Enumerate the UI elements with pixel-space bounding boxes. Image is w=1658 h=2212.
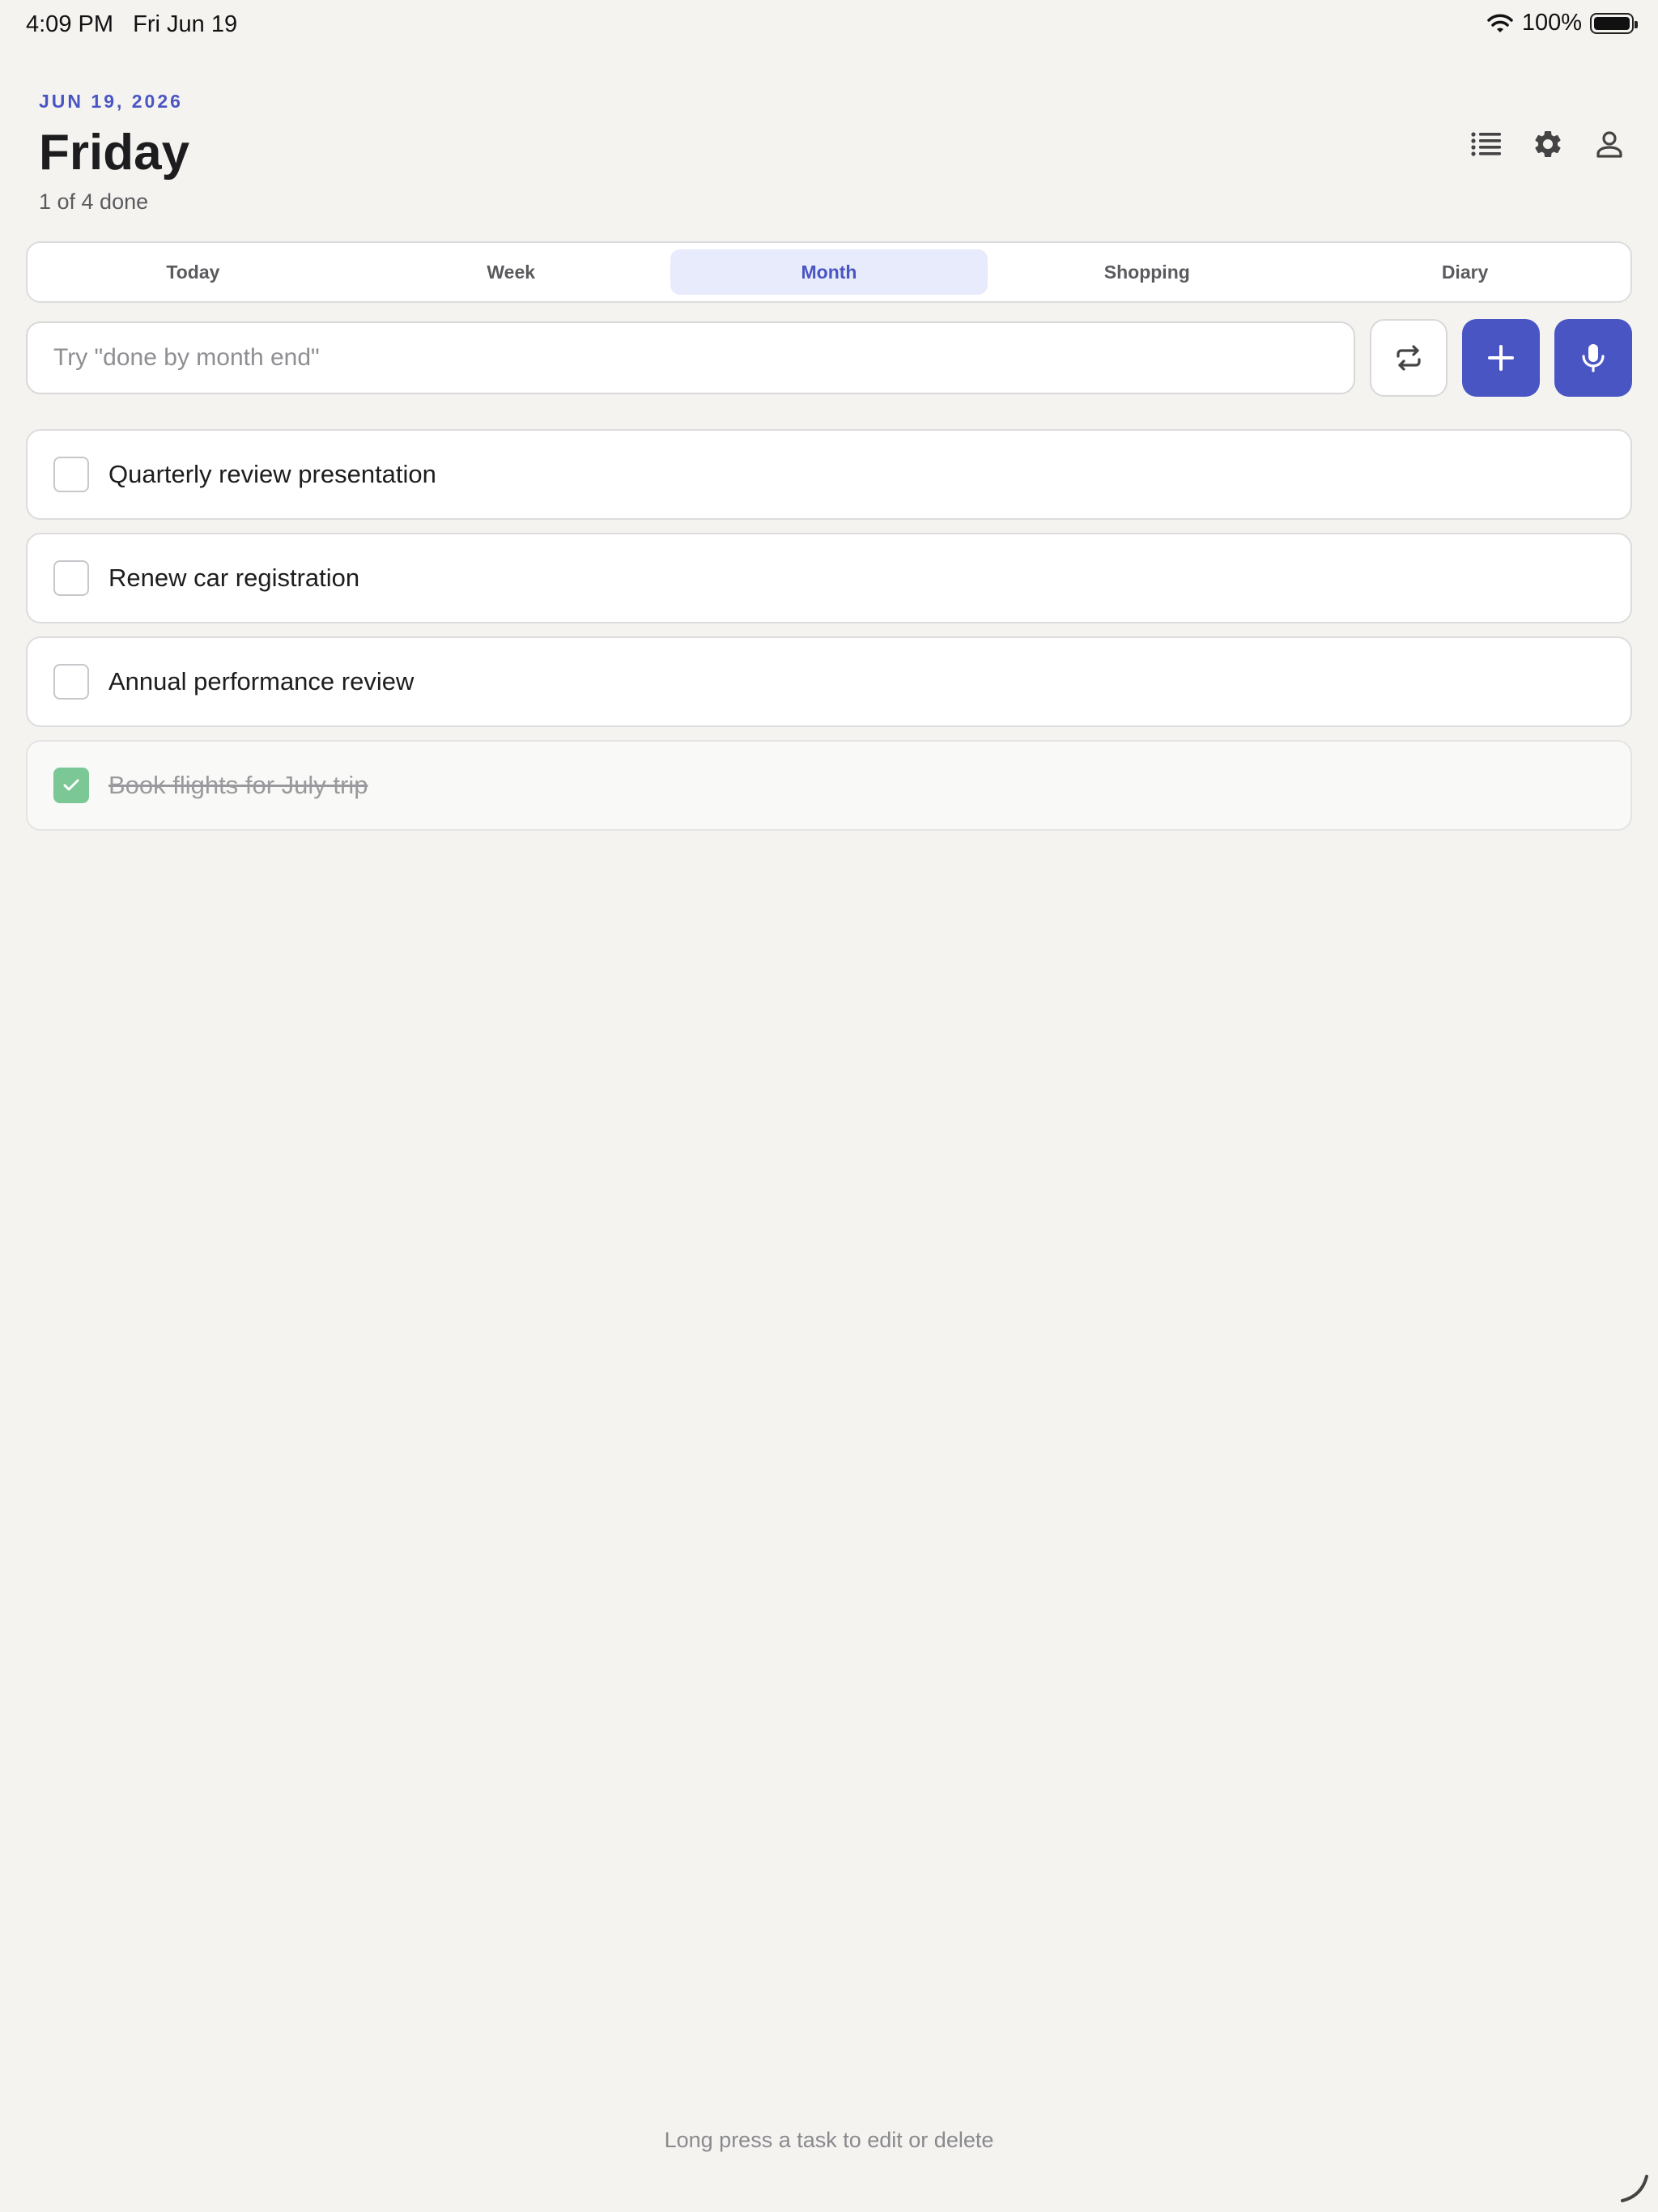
status-clock: 4:09 PM (26, 11, 113, 37)
task-item[interactable]: Annual performance review (26, 636, 1632, 727)
battery-percent: 100% (1521, 10, 1582, 36)
battery-icon (1590, 12, 1638, 34)
profile-button[interactable] (1593, 128, 1626, 160)
task-item[interactable]: Renew car registration (26, 533, 1632, 623)
settings-button[interactable] (1532, 128, 1564, 160)
status-time: 4:09 PM Fri Jun 19 (26, 11, 237, 38)
tab-today[interactable]: Today (34, 249, 352, 295)
progress-summary: 1 of 4 done (39, 189, 149, 214)
task-checkbox[interactable] (53, 560, 89, 596)
repeat-button[interactable] (1370, 319, 1448, 397)
list-button[interactable] (1470, 128, 1503, 160)
page-title: Friday (39, 125, 190, 181)
plus-icon (1488, 345, 1514, 371)
task-label: Book flights for July trip (108, 771, 368, 799)
wifi-icon (1487, 14, 1513, 32)
task-checkbox[interactable] (53, 664, 89, 700)
task-label: Quarterly review presentation (108, 460, 436, 488)
status-indicators: 100% (1486, 10, 1638, 36)
repeat-icon (1397, 345, 1421, 371)
footer-hint: Long press a task to edit or delete (664, 2128, 994, 2152)
tab-shopping[interactable]: Shopping (988, 249, 1306, 295)
person-icon (1596, 131, 1622, 158)
tab-week[interactable]: Week (352, 249, 670, 295)
add-task-row (26, 319, 1632, 397)
view-tabs: Today Week Month Shopping Diary (26, 241, 1632, 303)
add-task-button[interactable] (1462, 319, 1540, 397)
task-list: Quarterly review presentation Renew car … (26, 429, 1632, 844)
header: JUN 19, 2026 Friday 1 of 4 done (39, 91, 1626, 215)
voice-input-button[interactable] (1554, 319, 1632, 397)
status-bar: 4:09 PM Fri Jun 19 100% (0, 0, 1658, 52)
task-input[interactable] (26, 321, 1355, 394)
task-label: Renew car registration (108, 564, 360, 592)
task-item-completed[interactable]: Book flights for July trip (26, 740, 1632, 831)
tab-month[interactable]: Month (670, 249, 988, 295)
microphone-icon (1582, 344, 1605, 372)
checkmark-icon (63, 779, 79, 791)
task-checkbox-checked[interactable] (53, 768, 89, 803)
task-checkbox[interactable] (53, 457, 89, 492)
tab-diary[interactable]: Diary (1306, 249, 1624, 295)
task-item[interactable]: Quarterly review presentation (26, 429, 1632, 520)
task-label: Annual performance review (108, 667, 414, 696)
header-actions (1470, 128, 1626, 160)
status-date: Fri Jun 19 (133, 11, 238, 37)
resize-handle-icon[interactable] (1618, 2172, 1650, 2204)
gear-icon (1535, 130, 1561, 157)
list-icon (1471, 132, 1501, 156)
date-caption: JUN 19, 2026 (39, 91, 183, 112)
